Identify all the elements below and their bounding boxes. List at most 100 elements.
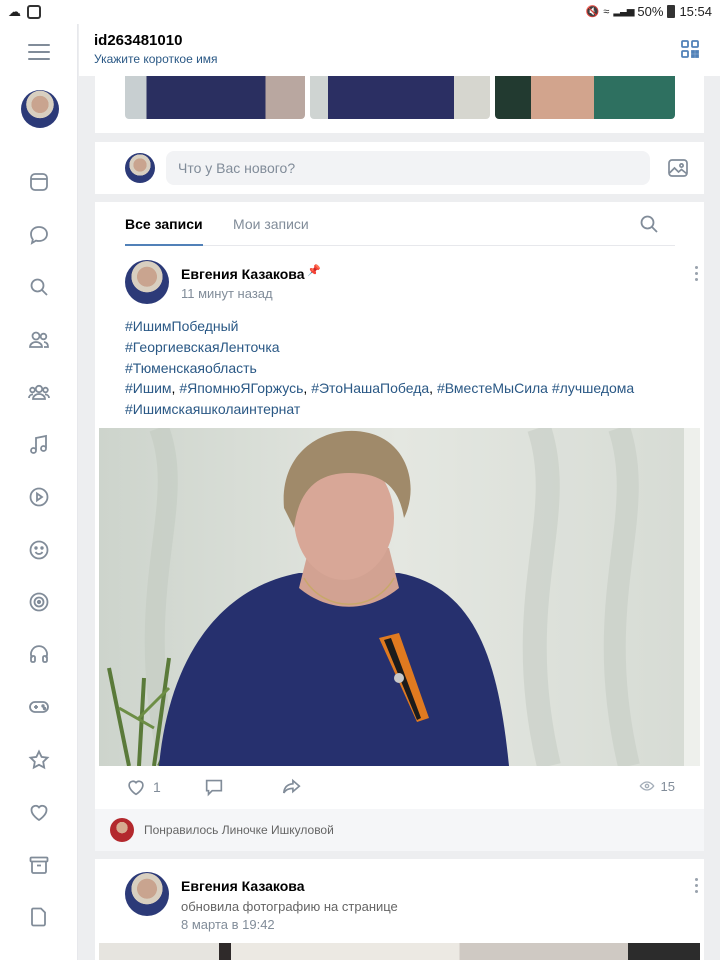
notification-icon: ☁ [8,4,21,19]
comment-icon [205,779,223,797]
messages-icon [30,225,48,245]
profile-avatar[interactable] [21,90,59,128]
photo-thumbnail[interactable] [310,70,490,119]
post-time[interactable]: 8 марта в 19:42 [181,917,275,932]
photo-thumbnail[interactable] [495,70,675,119]
wifi-icon: ≈ [603,5,610,18]
qr-code-icon[interactable] [680,39,700,59]
post-photo[interactable] [99,943,700,960]
sidebar-item-documents[interactable] [0,891,78,944]
post-header: Евгения Казакова обновила фотографию на … [125,872,698,932]
gamepad-icon [29,701,49,714]
post-author[interactable]: Евгения Казакова [181,878,305,894]
sidebar-item-friends[interactable] [0,314,78,367]
bookmarks-star-icon [28,749,50,770]
battery-icon [667,5,676,18]
sidebar-item-groups[interactable] [0,366,78,419]
sidebar-item-video[interactable] [0,471,78,524]
post-header: Евгения Казакова 📌 11 минут назад [125,260,698,306]
hashtag-link[interactable]: #лучшедома [552,380,634,396]
post-photo[interactable] [99,428,700,766]
status-bar: ☁ 🔇 ≈ ▂▃▅ 50% 15:54 [0,0,720,24]
post-more-icon[interactable] [694,266,700,284]
post-action-text: обновила фотографию на странице [181,899,398,914]
photo-thumbnail[interactable] [125,70,305,119]
sidebar-item-news[interactable] [0,156,78,209]
sidebar-item-archive[interactable] [0,839,78,892]
post-text: #ИшимПобедный #ГеоргиевскаяЛенточка #Тюм… [125,316,685,420]
podcasts-icon [30,645,48,663]
sidebar-item-messages[interactable] [0,209,78,262]
hashtag-link[interactable]: #ЯпомнюЯГоржусь [179,380,303,396]
hamburger-menu-icon[interactable] [28,44,50,60]
post-more-icon[interactable] [694,878,700,896]
tab-my-posts[interactable]: Мои записи [233,216,309,232]
hashtag-link[interactable]: #Ишим [125,380,172,396]
sidebar-item-target[interactable] [0,576,78,629]
wall-post: Все записи Мои записи Евгения Казакова 📌… [95,202,704,809]
separator: , [303,380,308,397]
sidebar-item-payments[interactable] [0,944,78,960]
sidebar-item-gamepad[interactable] [0,681,78,734]
liked-by-text: Понравилось Линочке Ишкуловой [144,823,334,837]
portrait-illustration [99,428,700,766]
share-button[interactable] [281,776,303,798]
comment-button[interactable] [203,776,225,798]
sidebar-item-bookmarks[interactable] [0,734,78,787]
like-button[interactable]: 1 [125,776,161,798]
attach-photo-icon[interactable] [667,157,689,179]
friends-icon [29,331,49,348]
wall-search-icon[interactable] [639,214,659,234]
sidebar-item-games[interactable] [0,524,78,577]
avatar [110,818,134,842]
separator: , [429,380,434,397]
archive-icon [29,856,49,874]
groups-icon [28,385,50,401]
sidebar-item-likes[interactable] [0,786,78,839]
post-time[interactable]: 11 минут назад [181,286,273,301]
separator: , [171,380,176,397]
view-counter: 15 [639,778,675,794]
signal-icon: ▂▃▅ [613,6,634,17]
wall-tabs: Все записи Мои записи [125,202,675,246]
hashtag-link[interactable]: #ИшимПобедный [125,318,239,334]
photo-strip [125,70,675,119]
post-author[interactable]: Евгения Казакова [181,266,305,282]
target-icon [29,592,49,612]
hashtag-link[interactable]: #Ишимскаяшколаинтернат [125,401,300,417]
documents-icon [31,907,46,927]
sidebar-item-search[interactable] [0,261,78,314]
profile-header: id263481010 Укажите короткое имя [79,24,720,76]
hashtag-link[interactable]: #ЭтоНашаПобеда [311,380,429,396]
mute-icon: 🔇 [585,6,600,18]
share-icon [282,778,301,794]
avatar[interactable] [125,260,169,304]
music-icon [30,434,47,454]
games-smile-icon [29,540,49,560]
avatar[interactable] [125,872,169,916]
clock: 15:54 [679,4,712,19]
hashtag-link[interactable]: #Тюменскаяобласть [125,360,257,376]
hashtag-link[interactable]: #ВместеМыСила [437,380,548,396]
sidebar-item-podcasts[interactable] [0,629,78,682]
app-root: ☁ 🔇 ≈ ▂▃▅ 50% 15:54 id263481010 Укажите … [0,0,720,960]
news-icon [30,173,48,192]
hashtag-link[interactable]: #ГеоргиевскаяЛенточка [125,339,280,355]
compose-block: Что у Вас нового? [95,142,704,194]
profile-id: id263481010 [94,32,183,49]
heart-icon [128,780,144,796]
active-tab-indicator [125,244,203,246]
video-icon [29,487,49,507]
set-short-name-link[interactable]: Укажите короткое имя [94,52,218,66]
tab-all-posts[interactable]: Все записи [125,216,203,232]
pinned-icon: 📌 [307,265,321,277]
sidebar [0,24,78,960]
sidebar-nav [0,156,78,960]
like-count: 1 [153,779,161,795]
wall-post: Евгения Казакова обновила фотографию на … [95,859,704,960]
new-post-input[interactable]: Что у Вас нового? [166,151,650,185]
app-notification-icon [27,5,41,19]
battery-level: 50% [637,4,664,19]
sidebar-item-music[interactable] [0,419,78,472]
liked-by-bar[interactable]: Понравилось Линочке Ишкуловой [95,809,704,851]
